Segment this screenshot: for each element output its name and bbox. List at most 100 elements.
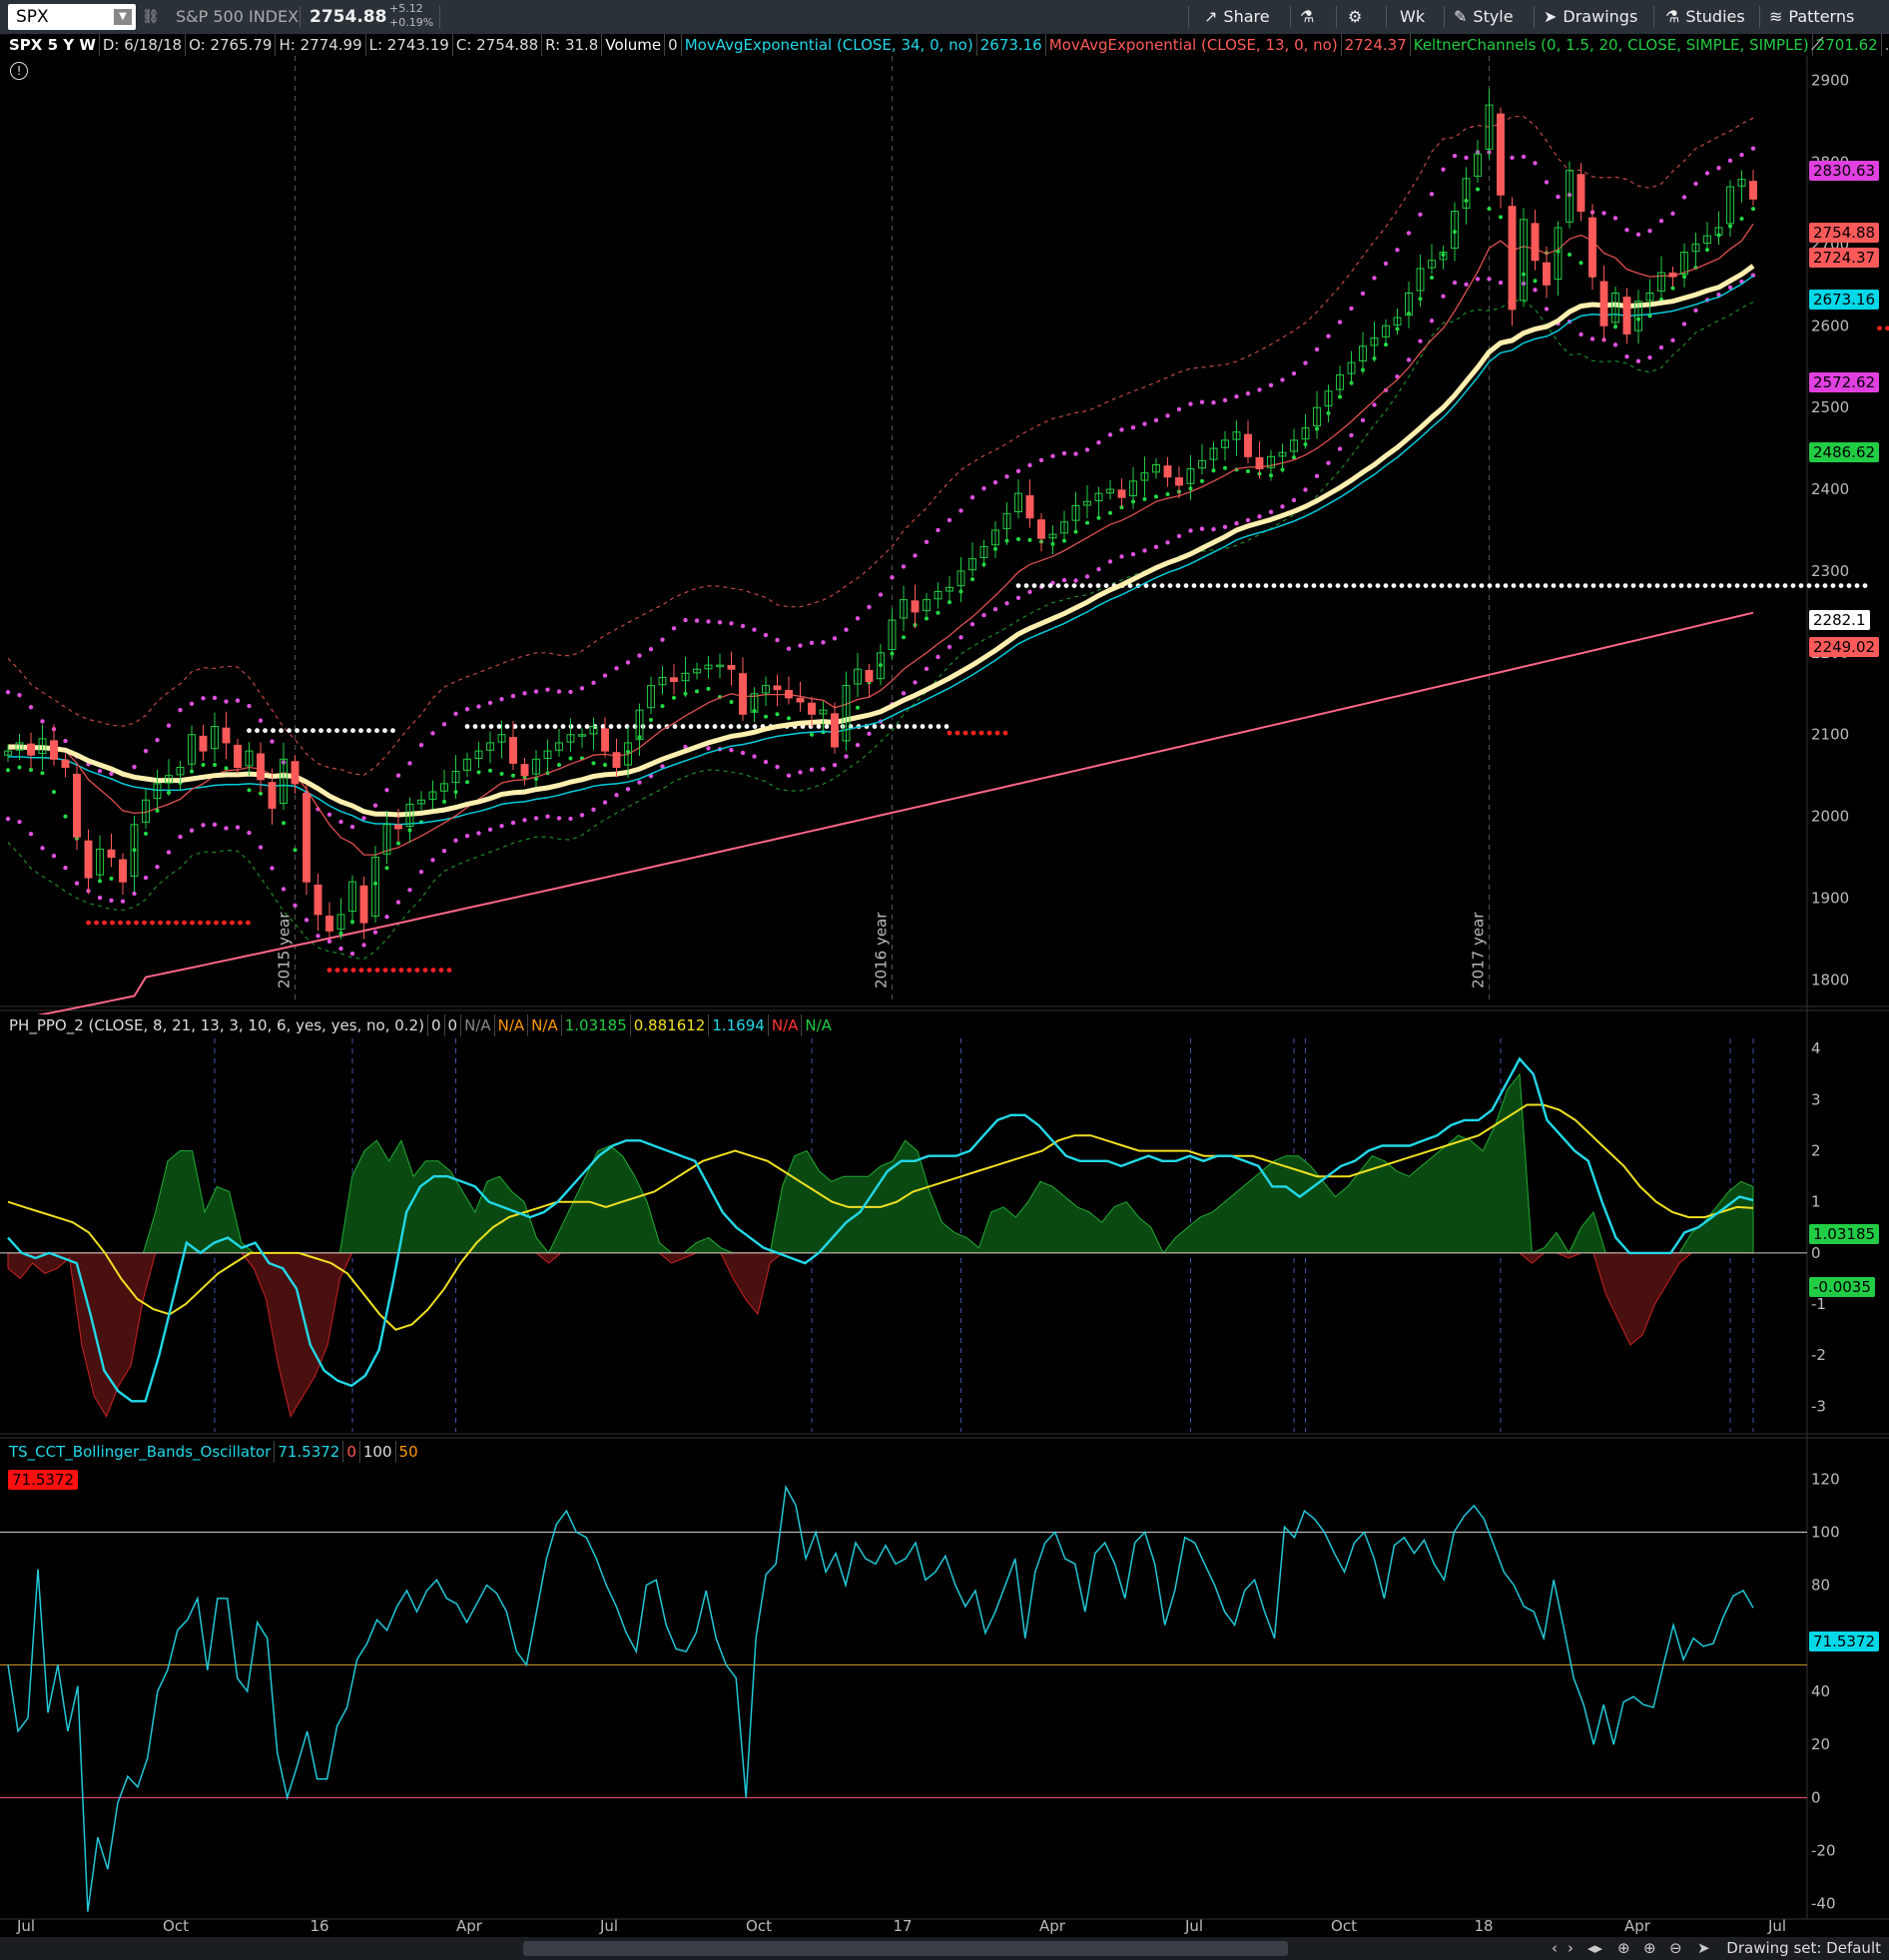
resistance-line-dot (1694, 583, 1700, 589)
zoom-in-icon[interactable]: ⊕ (1643, 1937, 1656, 1960)
candle-body (1622, 297, 1631, 334)
candle-body (291, 761, 300, 785)
lower-band-dot (740, 750, 746, 756)
ppo-value: N/A (805, 1016, 832, 1034)
price-pane[interactable] (4, 88, 1889, 1022)
lower-band-dot (1107, 559, 1113, 564)
alert-icon[interactable]: ! (10, 62, 28, 80)
support-line-dot (102, 920, 107, 926)
drawing-set-label[interactable]: Drawing set: Default (1726, 1937, 1881, 1960)
style-button[interactable]: ✎ Style (1454, 0, 1514, 34)
support-line-dot (198, 920, 203, 926)
expand-icon[interactable]: ◂▸ (1587, 1937, 1602, 1960)
legend-ema13[interactable]: MovAvgExponential (CLOSE, 13, 0, no) (1046, 34, 1342, 56)
cursor-icon[interactable]: ➤ (1697, 1937, 1710, 1960)
horizontal-scrollbar[interactable] (523, 1941, 1288, 1956)
upper-band-dot (1452, 153, 1458, 159)
green-dot (787, 716, 791, 721)
y-tick-label: 4 (1811, 1039, 1821, 1057)
lower-band-dot (775, 764, 780, 770)
lower-band-dot (1406, 357, 1412, 362)
patterns-button[interactable]: ≋ Patterns (1769, 0, 1854, 34)
settings-button[interactable]: ⚙ (1348, 0, 1368, 34)
legend-more[interactable]: ... (1882, 34, 1889, 56)
resistance-line-dot (896, 724, 902, 729)
legend-keltner[interactable]: KeltnerChannels (0, 1.5, 20, CLOSE, SIMP… (1411, 34, 1813, 56)
resistance-line-dot (1231, 583, 1237, 589)
upper-band-dot (786, 646, 792, 651)
osc-name[interactable]: TS_CCT_Bollinger_Bands_Oscillator (6, 1441, 276, 1463)
legend-ema34[interactable]: MovAvgExponential (CLOSE, 34, 0, no) (682, 34, 977, 56)
upper-band-dot (1257, 387, 1262, 392)
lower-band-dot (372, 930, 378, 935)
lower-band-dot (476, 831, 481, 836)
crosshair-icon[interactable]: ⊕ (1617, 1937, 1630, 1960)
lower-band-dot (946, 644, 952, 650)
chart-tools-icon[interactable]: ⟋ (1811, 34, 1837, 56)
legend-volume[interactable]: Volume (602, 34, 666, 56)
resistance-line-dot (1718, 583, 1724, 589)
ppo-pane[interactable] (0, 1056, 1807, 1418)
x-tick-label: Apr (1039, 1917, 1066, 1935)
candle-body (325, 916, 333, 932)
price-label: 2486.62 (1809, 442, 1880, 463)
price-label: 2830.63 (1809, 161, 1880, 182)
resistance-line-dot (247, 728, 252, 734)
resistance-line-dot (1103, 583, 1109, 589)
symbol-input[interactable]: SPX ▼ (8, 4, 136, 30)
lower-band-dot (809, 767, 815, 772)
lower-band-dot (591, 807, 596, 813)
candle-body (1531, 223, 1540, 262)
lower-band-dot (1257, 514, 1262, 519)
candle-body (199, 735, 208, 752)
lower-band-dot (258, 845, 264, 850)
lower-band-dot (1658, 344, 1664, 350)
link-icon[interactable]: ⛓ (142, 0, 160, 34)
support-line-dot (174, 920, 179, 926)
upper-band-dot (132, 764, 137, 770)
resistance-line-dot (1582, 583, 1588, 589)
studies-button[interactable]: ⚗ Studies (1665, 0, 1745, 34)
resistance-line-dot (872, 724, 878, 729)
resistance-line-dot (1167, 583, 1173, 589)
timeframe-button[interactable]: Wk (1400, 0, 1425, 34)
zoom-out-icon[interactable]: ⊖ (1669, 1937, 1682, 1960)
oscillator-pane[interactable] (0, 1484, 1807, 1912)
resistance-line-dot (1790, 583, 1796, 589)
green-dot (396, 841, 400, 846)
green-dot (1165, 491, 1170, 496)
resistance-line-dot (366, 728, 371, 734)
ppo-name[interactable]: PH_PPO_2 (CLOSE, 8, 21, 13, 3, 10, 6, ye… (6, 1014, 428, 1036)
resistance-line-dot (1287, 583, 1293, 589)
upper-band-dot (890, 575, 895, 580)
support-line-dot (382, 968, 388, 974)
support-line-dot (350, 968, 356, 974)
share-button[interactable]: ↗ Share (1204, 0, 1270, 34)
upper-band-dot (946, 517, 952, 523)
upper-band-dot (579, 686, 585, 691)
upper-band-dot (453, 711, 458, 717)
drawings-button[interactable]: ➤ Drawings (1544, 0, 1637, 34)
scroll-right-icon[interactable]: › (1568, 1937, 1574, 1960)
resistance-line-dot (728, 724, 734, 729)
ema13-line (7, 224, 1754, 856)
upper-band-dot (1406, 231, 1412, 236)
flask-button[interactable]: ⚗ (1300, 0, 1320, 34)
green-dot (1246, 469, 1250, 474)
divider (1336, 6, 1337, 28)
resistance-line-dot (1015, 583, 1021, 589)
lower-band-dot (441, 849, 447, 854)
divider (300, 6, 301, 28)
chevron-down-icon[interactable]: ▼ (114, 9, 132, 25)
resistance-line-dot (390, 728, 395, 734)
price-label: 2282.1 (1809, 609, 1870, 630)
resistance-line-dot (1630, 583, 1636, 589)
scroll-left-icon[interactable]: ‹ (1552, 1937, 1558, 1960)
chart-area[interactable]: 2015 year 2016 year 2017 year 180019002000… (0, 34, 1889, 1937)
lower-band-dot (1234, 520, 1239, 526)
candle-body (1025, 495, 1034, 519)
y-tick-label: 1900 (1811, 890, 1849, 908)
resistance-line-dot (1271, 583, 1277, 589)
support-line-dot (1877, 326, 1882, 331)
candle-body (1175, 477, 1183, 486)
